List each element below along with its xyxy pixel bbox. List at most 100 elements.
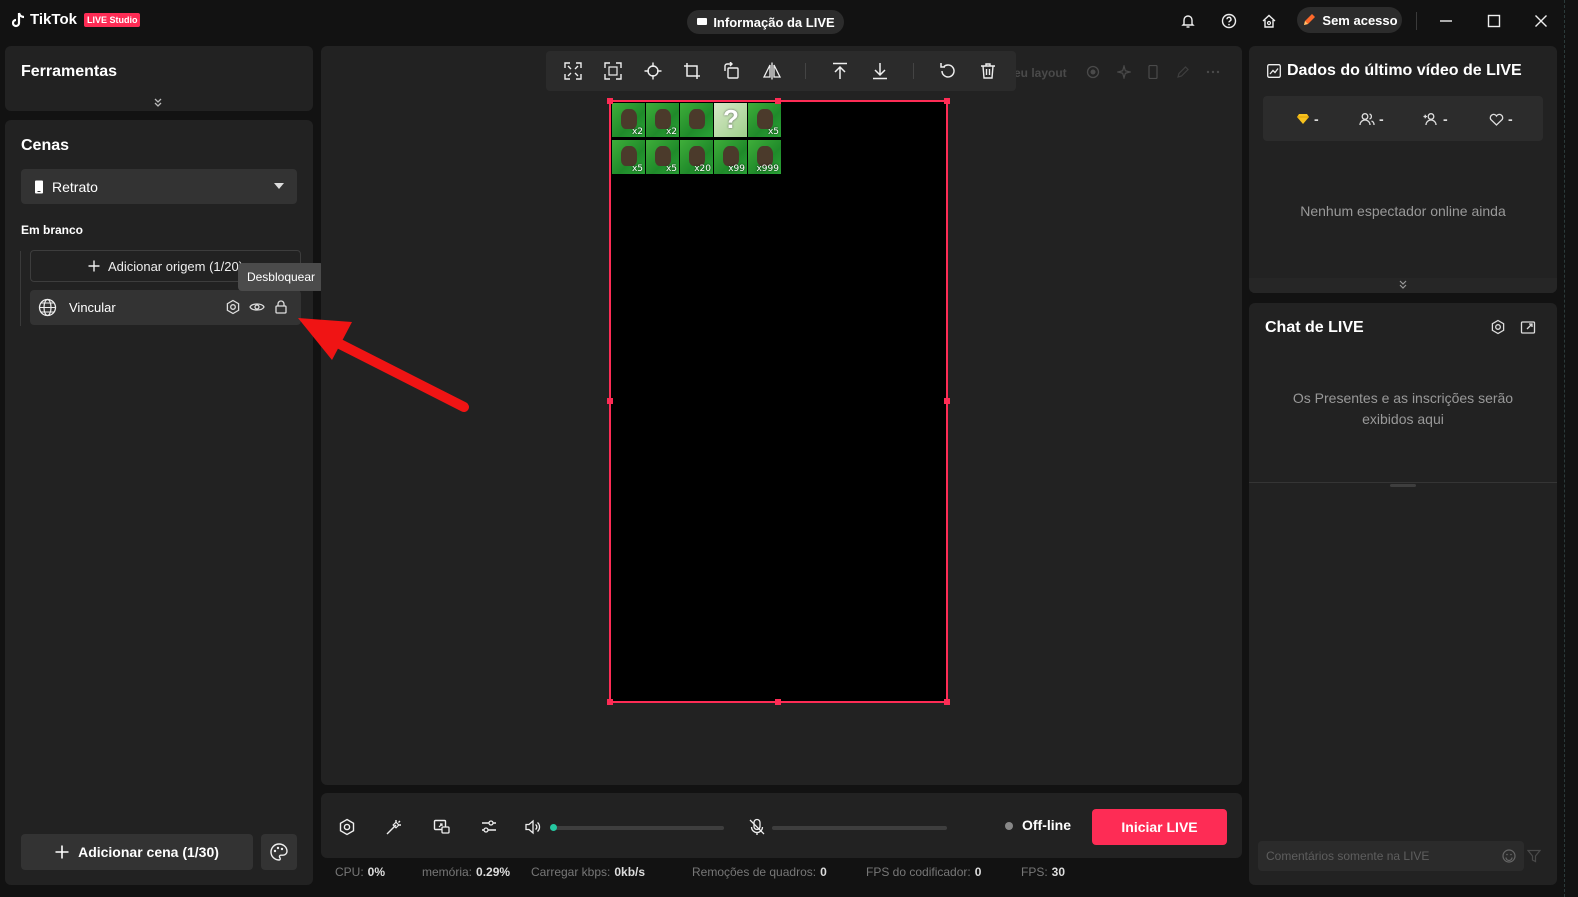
overlay-tile: x2 <box>646 103 679 137</box>
resize-handle[interactable] <box>607 398 613 404</box>
mic-muted-icon[interactable] <box>747 817 767 837</box>
plus-icon <box>55 845 69 859</box>
stat-upload: Carregar kbps: 0kb/s <box>531 865 646 879</box>
metric-likes: - <box>1489 111 1513 127</box>
tile-count: x2 <box>631 127 643 137</box>
popout-icon[interactable] <box>1520 319 1536 335</box>
tile-count: x2 <box>665 127 677 137</box>
live-info-label: Informação da LIVE <box>713 14 835 30</box>
settings-icon[interactable] <box>225 299 241 315</box>
filter-icon[interactable] <box>1527 849 1541 863</box>
collapse-bar[interactable] <box>1249 278 1557 293</box>
overlay-tile: x2 <box>612 103 645 137</box>
full-screen-icon[interactable] <box>603 61 623 81</box>
creature-icon <box>655 109 671 129</box>
overlay-tile: ? <box>714 103 747 137</box>
emoji-icon[interactable] <box>1502 849 1516 863</box>
resize-handle[interactable] <box>775 699 781 705</box>
phone-outline-icon[interactable] <box>1147 65 1159 79</box>
expand-chevron-icon[interactable] <box>153 98 163 108</box>
close-icon[interactable] <box>1531 11 1551 31</box>
stat-cpu: CPU: 0% <box>335 865 386 879</box>
creature-icon <box>621 146 637 166</box>
lock-icon[interactable] <box>273 299 289 315</box>
move-up-icon[interactable] <box>830 61 850 81</box>
speaker-icon[interactable] <box>523 817 543 837</box>
settings-icon[interactable] <box>1490 319 1506 335</box>
question-mark-icon: ? <box>723 104 739 134</box>
resize-handle[interactable] <box>944 699 950 705</box>
fit-screen-icon[interactable] <box>563 61 583 81</box>
home-icon[interactable] <box>1259 11 1279 31</box>
title-bar: TikTok LIVE Studio Informação da LIVE Se… <box>0 0 1578 42</box>
move-down-icon[interactable] <box>870 61 890 81</box>
screen-share-icon[interactable] <box>432 817 452 837</box>
maximize-icon[interactable] <box>1484 11 1504 31</box>
creature-icon <box>689 146 705 166</box>
stat-encoder-fps: FPS do codificador: 0 <box>866 865 982 879</box>
orientation-select[interactable]: Retrato <box>21 169 297 204</box>
mic-slider[interactable] <box>772 826 947 830</box>
chat-input-box[interactable] <box>1258 841 1524 871</box>
record-icon[interactable] <box>1086 65 1100 79</box>
magic-wand-icon[interactable] <box>384 817 404 837</box>
resize-handle[interactable] <box>607 699 613 705</box>
flip-icon[interactable] <box>762 61 782 81</box>
toolbar-divider <box>913 63 914 79</box>
eye-icon[interactable] <box>249 299 265 315</box>
rotate-icon[interactable] <box>722 61 742 81</box>
metric-diamonds: - <box>1296 111 1319 127</box>
palette-button[interactable] <box>261 834 297 870</box>
add-scene-button[interactable]: Adicionar cena (1/30) <box>21 834 253 870</box>
tile-count: x20 <box>694 164 711 174</box>
delete-icon[interactable] <box>978 61 998 81</box>
live-metrics: - - - - <box>1263 96 1543 141</box>
stream-preview[interactable]: x2 x2? x5 x5 x5 x20 x99 x999 <box>607 98 950 705</box>
volume-knob[interactable] <box>550 824 557 831</box>
settings-icon[interactable] <box>337 817 357 837</box>
center-icon[interactable] <box>643 61 663 81</box>
sparkle-icon[interactable] <box>1117 65 1131 79</box>
performance-stats: CPU: 0% memória: 0.29% Carregar kbps: 0kb/s… <box>321 864 1242 882</box>
scenes-title: Cenas <box>21 137 70 154</box>
bell-icon[interactable] <box>1178 11 1198 31</box>
plus-icon <box>88 260 100 272</box>
viewers-icon <box>1359 112 1375 126</box>
scene-name[interactable]: Em branco <box>21 223 83 237</box>
reset-icon[interactable] <box>938 61 958 81</box>
unlock-tooltip: Desbloquear <box>238 263 324 291</box>
resize-grip[interactable] <box>1390 484 1416 487</box>
creature-icon <box>757 146 773 166</box>
chat-panel: Chat de LIVE Os Presentes e as inscriçõe… <box>1249 303 1557 885</box>
overlay-tile: x999 <box>748 140 781 174</box>
crop-icon[interactable] <box>682 61 702 81</box>
stat-dropped-frames: Remoções de quadros: 0 <box>692 865 827 879</box>
monitor-icon <box>696 17 708 27</box>
resize-handle[interactable] <box>944 98 950 104</box>
phone-icon <box>34 180 44 194</box>
stat-fps: FPS: 30 <box>1021 865 1066 879</box>
source-item[interactable]: Vincular <box>30 290 301 325</box>
chat-empty-message: Os Presentes e as inscrições serão exibi… <box>1292 390 1514 427</box>
volume-slider[interactable] <box>550 824 724 831</box>
resize-handle[interactable] <box>944 398 950 404</box>
pencil-icon <box>1301 12 1317 28</box>
canvas-toolbar <box>546 51 1016 91</box>
resize-handle[interactable] <box>607 98 613 104</box>
help-icon[interactable] <box>1219 11 1239 31</box>
new-follower-icon <box>1423 112 1439 126</box>
tile-count: x99 <box>728 164 745 174</box>
minimize-icon[interactable] <box>1436 11 1456 31</box>
sliders-icon[interactable] <box>479 817 499 837</box>
chat-divider <box>1249 482 1557 483</box>
live-info-button[interactable]: Informação da LIVE <box>687 10 844 34</box>
app-name: TikTok <box>30 11 77 28</box>
more-icon[interactable] <box>1205 65 1221 79</box>
pen-icon[interactable] <box>1176 65 1190 79</box>
resize-handle[interactable] <box>775 98 781 104</box>
chat-input[interactable] <box>1258 841 1488 871</box>
status-indicator <box>1005 822 1013 830</box>
go-live-button[interactable]: Iniciar LIVE <box>1092 809 1227 845</box>
overlay-tile: x99 <box>714 140 747 174</box>
access-status-button[interactable]: Sem acesso <box>1297 7 1402 33</box>
